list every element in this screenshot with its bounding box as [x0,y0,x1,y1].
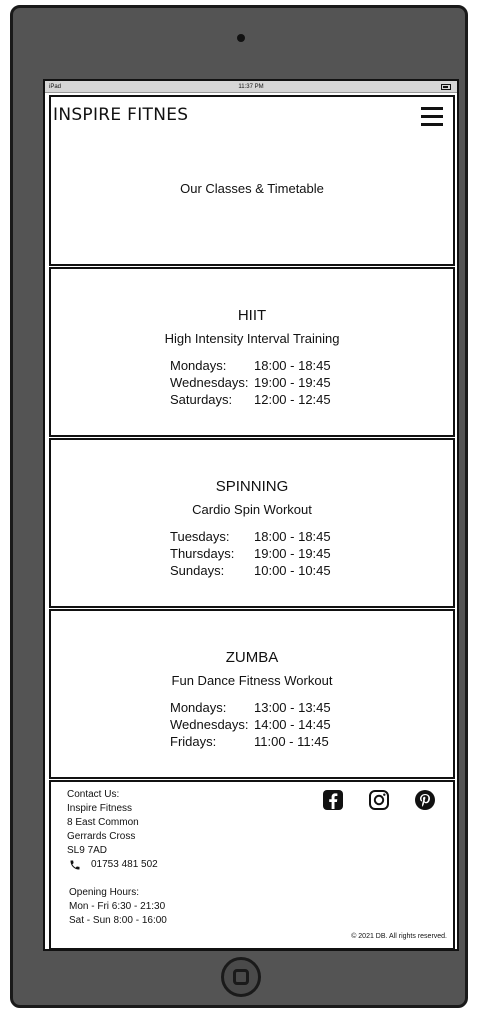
schedule-row: Fridays: 11:00 - 11:45 [51,733,453,750]
home-button[interactable] [221,957,261,997]
page-title: Our Classes & Timetable [180,181,324,196]
schedule-row: Wednesdays: 19:00 - 19:45 [51,374,453,391]
header-section: INSPIRE FITNES Our Classes & Timetable [49,95,455,266]
social-links [321,788,437,812]
schedule-day: Fridays: [170,734,217,749]
tablet-frame: iPad 11:37 PM INSPIRE FITNES Our Classes… [10,5,468,1008]
schedule-time: 13:00 - 13:45 [254,700,331,715]
screen: iPad 11:37 PM INSPIRE FITNES Our Classes… [43,79,459,951]
schedule-day: Thursdays: [170,546,235,561]
copyright: © 2021 DB. All rights reserved. [351,933,447,940]
class-subtitle: High Intensity Interval Training [164,331,340,346]
status-time: 11:37 PM [238,84,264,90]
hours-weekend: Sat - Sun 8:00 - 16:00 [69,915,167,926]
schedule-time: 11:00 - 11:45 [254,734,329,749]
schedule-time: 19:00 - 19:45 [254,546,331,561]
schedule-row: Saturdays: 12:00 - 12:45 [51,391,453,408]
schedule-day: Mondays: [170,358,227,373]
address-line: Gerrards Cross [67,831,136,842]
class-schedule: Tuesdays: 18:00 - 18:45 Thursdays: 19:00… [51,528,453,579]
contact-block: Contact Us: Inspire Fitness 8 East Commo… [67,788,158,872]
schedule-row: Tuesdays: 18:00 - 18:45 [51,528,453,545]
schedule-day: Wednesdays: [170,375,249,390]
phone-number[interactable]: 01753 481 502 [91,858,158,872]
schedule-row: Wednesdays: 14:00 - 14:45 [51,716,453,733]
home-button-square [233,969,249,985]
battery-icon [441,84,451,90]
schedule-row: Thursdays: 19:00 - 19:45 [51,545,453,562]
schedule-day: Wednesdays: [170,717,249,732]
pinterest-icon[interactable] [413,788,437,812]
schedule-time: 18:00 - 18:45 [254,358,331,373]
schedule-day: Mondays: [170,700,227,715]
schedule-row: Mondays: 18:00 - 18:45 [51,357,453,374]
schedule-time: 12:00 - 12:45 [254,392,331,407]
class-card-zumba: ZUMBA Fun Dance Fitness Workout Mondays:… [49,609,455,779]
hours-heading: Opening Hours: [69,887,140,898]
class-subtitle: Cardio Spin Workout [192,502,312,517]
instagram-icon[interactable] [367,788,391,812]
schedule-time: 18:00 - 18:45 [254,529,331,544]
schedule-time: 14:00 - 14:45 [254,717,331,732]
company-name: Inspire Fitness [67,803,133,814]
status-bar: iPad 11:37 PM [45,81,457,93]
hours-weekday: Mon - Fri 6:30 - 21:30 [69,901,166,912]
footer: Contact Us: Inspire Fitness 8 East Commo… [49,780,455,949]
contact-heading: Contact Us: [67,789,120,800]
address-line: 8 East Common [67,817,139,828]
schedule-time: 10:00 - 10:45 [254,563,331,578]
schedule-day: Tuesdays: [170,529,230,544]
phone-icon [70,860,80,870]
schedule-time: 19:00 - 19:45 [254,375,331,390]
camera [237,34,245,42]
schedule-day: Saturdays: [170,392,233,407]
class-name: ZUMBA [225,649,279,666]
schedule-day: Sundays: [170,563,225,578]
class-schedule: Mondays: 13:00 - 13:45 Wednesdays: 14:00… [51,699,453,750]
opening-hours: Opening Hours: Mon - Fri 6:30 - 21:30 Sa… [69,886,167,928]
schedule-row: Sundays: 10:00 - 10:45 [51,562,453,579]
phone-row[interactable]: 01753 481 502 [67,858,158,872]
facebook-icon[interactable] [321,788,345,812]
brand-logo[interactable]: INSPIRE FITNES [53,105,188,125]
schedule-row: Mondays: 13:00 - 13:45 [51,699,453,716]
class-name: HIIT [237,307,267,324]
class-card-hiit: HIIT High Intensity Interval Training Mo… [49,267,455,437]
class-card-spinning: SPINNING Cardio Spin Workout Tuesdays: 1… [49,438,455,608]
class-subtitle: Fun Dance Fitness Workout [171,673,333,688]
hamburger-menu-icon[interactable] [421,107,443,126]
postcode: SL9 7AD [67,845,108,856]
class-name: SPINNING [215,478,289,495]
class-schedule: Mondays: 18:00 - 18:45 Wednesdays: 19:00… [51,357,453,408]
